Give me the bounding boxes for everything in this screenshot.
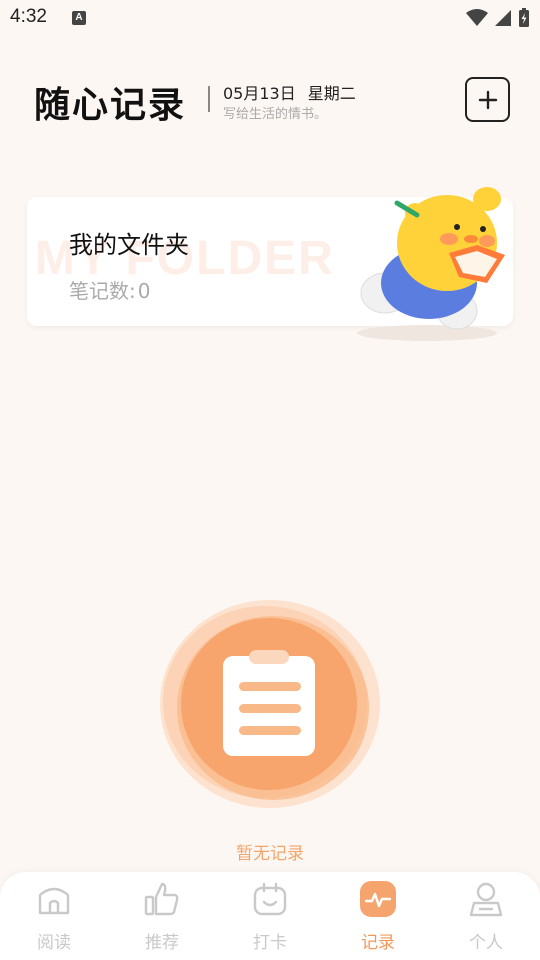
home-icon — [38, 887, 70, 915]
tab-recommend[interactable]: 推荐 — [108, 872, 216, 960]
bottom-tab-bar: 阅读 推荐 打卡 记录 个人 — [0, 872, 540, 960]
thumbs-up-icon — [144, 882, 179, 916]
pulse-icon — [360, 881, 396, 917]
folder-name: 我的文件夹 — [69, 231, 189, 259]
smile-bag-icon — [253, 882, 287, 916]
title-divider — [208, 86, 210, 112]
signal-icon — [495, 10, 511, 26]
header-subtitle: 写给生活的情书。 — [223, 107, 328, 122]
folder-count-value: 0 — [137, 279, 151, 303]
person-icon — [469, 882, 503, 917]
status-icons — [466, 6, 530, 30]
folder-note-count: 笔记数: 0 — [69, 275, 150, 304]
notification-icon: A — [72, 11, 86, 25]
empty-state-text: 暂无记录 — [236, 844, 304, 864]
duck-mascot-illustration — [357, 187, 505, 341]
weekday-text: 星期二 — [307, 84, 356, 103]
tab-read[interactable]: 阅读 — [0, 872, 108, 960]
tab-profile[interactable]: 个人 — [432, 872, 540, 960]
tab-label: 阅读 — [37, 933, 71, 953]
status-bar: 4:32 A — [0, 0, 540, 36]
tab-checkin[interactable]: 打卡 — [216, 872, 324, 960]
date-text: 05月13日 — [223, 84, 296, 103]
tab-records[interactable]: 记录 — [324, 872, 432, 960]
empty-clipboard-illustration — [160, 600, 380, 808]
folder-card[interactable]: MY FOLDER 我的文件夹 笔记数: 0 — [27, 187, 513, 341]
folder-count-label: 笔记数: — [69, 279, 136, 303]
app-title: 随心记录 — [34, 85, 187, 126]
tab-label: 个人 — [469, 933, 503, 953]
tab-label: 推荐 — [145, 933, 179, 953]
plus-icon — [478, 90, 497, 109]
add-folder-button[interactable] — [465, 77, 510, 122]
battery-icon — [519, 8, 529, 27]
header-date: 05月13日 星期二 — [223, 80, 356, 104]
tab-label: 记录 — [361, 933, 395, 953]
wifi-icon — [466, 9, 488, 26]
status-time: 4:32 — [10, 6, 47, 27]
tab-label: 打卡 — [253, 933, 287, 953]
